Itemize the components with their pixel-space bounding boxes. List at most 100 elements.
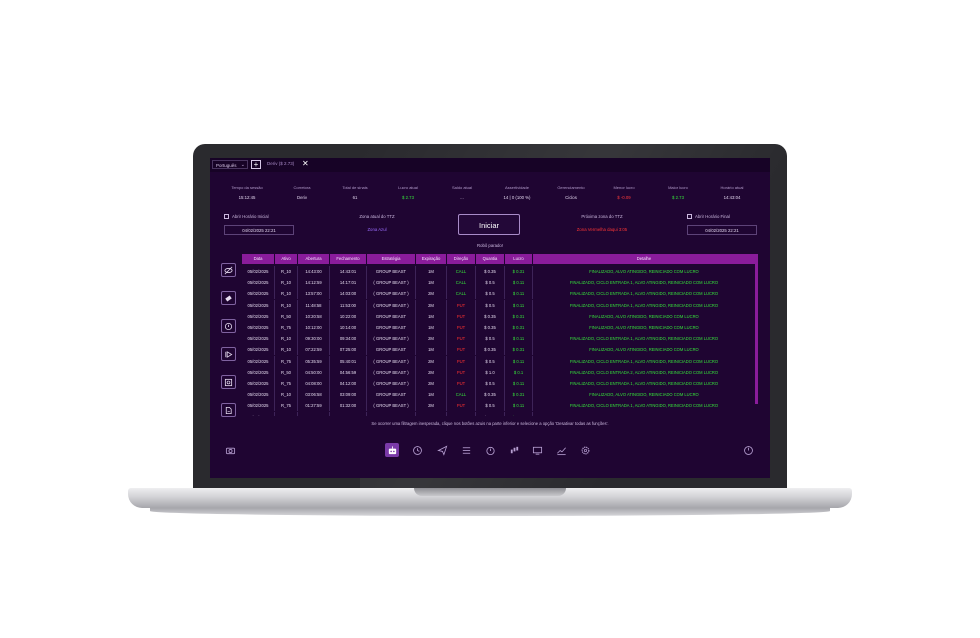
list-icon[interactable]: [459, 443, 473, 457]
column-header[interactable]: Detalhe: [533, 254, 755, 264]
table-cell: FINALIZADO, CICLO ENTRADA 1, ALVO ATINGI…: [569, 381, 719, 386]
table-row[interactable]: 05/02/2025 R_75 01:27:59 01:32:00 ( GROUP BE…: [242, 400, 758, 412]
stat-value: 61: [352, 195, 358, 200]
cell-divider: [329, 378, 330, 389]
cell-divider: [415, 310, 416, 322]
table-cell: $ 0.1: [513, 369, 524, 375]
cell-divider: [366, 344, 367, 356]
table-cell: 14:43:00: [305, 269, 322, 274]
table-row[interactable]: 05/02/2025 R_10 07:22:59 07:25:00 GROUP BEAS…: [242, 344, 758, 356]
cell-divider: [297, 266, 298, 277]
table-cell: $ 0.11: [512, 291, 525, 297]
power-icon[interactable]: [741, 443, 755, 457]
add-tab-button[interactable]: +: [251, 160, 261, 169]
language-select[interactable]: Português ⌄: [212, 160, 248, 169]
cell-divider: [446, 299, 447, 311]
table-row[interactable]: 05/02/2025 R_10 14:12:59 14:17:01 ( GROUP BE…: [242, 277, 758, 289]
close-tab-icon[interactable]: ✕: [302, 159, 309, 169]
table-row[interactable]: 05/02/2025 R_10 09:30:00 09:34:00 ( GROUP BE…: [242, 333, 758, 345]
cell-divider: [366, 266, 367, 277]
cell-divider: [297, 344, 298, 356]
table-row[interactable]: 05/02/2025 R_10 03:06:58 03:09:00 GROUP BEAS…: [242, 389, 758, 401]
stat-item: Assertividade 14 | 0 (100 %): [495, 185, 539, 200]
column-header[interactable]: Abertura: [298, 254, 329, 264]
table-cell: 10:20:58: [305, 313, 322, 319]
open-final-time-checkbox[interactable]: Abrir Horário Final: [687, 214, 730, 220]
eraser-icon[interactable]: [221, 291, 236, 305]
stat-item: Lucro atual $ 2.73: [386, 185, 430, 200]
chart-icon[interactable]: [554, 443, 568, 457]
table-cell: FINALIZADO, ALVO ATINGIDO, REINICIADO CO…: [589, 392, 699, 398]
open-initial-time-label: Abrir Horário Inicial: [232, 214, 269, 219]
table-cell: 10:14:00: [339, 325, 357, 330]
cell-divider: [274, 355, 275, 367]
top-bar: Português ⌄ + Deriv ($ 2.73) ✕: [210, 158, 770, 172]
robot-icon[interactable]: [385, 443, 399, 457]
current-zone: Zona atual do TTZ Zona Azul: [322, 214, 432, 232]
stat-value: 15:12:45: [238, 195, 256, 200]
column-header[interactable]: Lucro: [505, 254, 532, 264]
initial-date-field[interactable]: 04/02/2025 22:21: [224, 225, 294, 235]
broker-tab[interactable]: Deriv ($ 2.73): [267, 161, 294, 166]
table-cell: R_10: [280, 336, 291, 342]
column-header[interactable]: Estratégia: [367, 254, 415, 264]
open-initial-time-checkbox[interactable]: Abrir Horário Inicial: [224, 214, 269, 220]
display-icon[interactable]: [530, 443, 544, 457]
column-header[interactable]: Ativo: [275, 254, 297, 264]
table-row[interactable]: 05/02/2025 R_50 10:20:58 10:22:00 GROUP BEAS…: [242, 310, 758, 322]
table-cell: CALL: [455, 392, 467, 398]
start-button[interactable]: Iniciar: [458, 214, 520, 235]
sync-alert-icon[interactable]: [221, 319, 236, 333]
cell-divider: [274, 333, 275, 345]
column-header[interactable]: Quantia: [476, 254, 504, 264]
cell-divider: [297, 277, 298, 289]
document-icon[interactable]: [221, 403, 236, 417]
table-cell: FINALIZADO, CICLO ENTRADA 2, ALVO ATINGI…: [569, 369, 719, 375]
table-row[interactable]: 05/02/2025 R_10 14:43:00 14:43:01 GROUP BEAS…: [242, 266, 758, 277]
cell-divider: [329, 344, 330, 356]
table-cell: R_75: [280, 325, 291, 330]
eye-off-icon[interactable]: [221, 263, 236, 277]
cell-divider: [475, 277, 476, 289]
cell-divider: [532, 344, 533, 356]
cell-divider: [504, 266, 505, 277]
clock-icon[interactable]: [410, 443, 424, 457]
candles-icon[interactable]: [507, 443, 521, 457]
cell-divider: [504, 366, 505, 378]
timer-icon[interactable]: [483, 443, 497, 457]
table-scrollbar[interactable]: [755, 254, 758, 404]
table-cell: $ 0.31: [512, 325, 525, 330]
cell-divider: [297, 366, 298, 378]
cell-divider: [274, 310, 275, 322]
table-cell: GROUP BEAST: [367, 412, 415, 416]
cell-divider: [475, 400, 476, 412]
image-icon[interactable]: [221, 375, 236, 389]
table-cell: CALL: [455, 291, 467, 297]
table-row[interactable]: 05/02/2025 R_75 04:08:00 04:12:00 ( GROUP BE…: [242, 378, 758, 389]
checkbox-icon[interactable]: [224, 214, 229, 220]
checkbox-icon[interactable]: [687, 214, 692, 220]
table-row[interactable]: 05/02/2025 R_10 11:48:58 11:53:00 ( GROUP BE…: [242, 299, 758, 311]
column-header[interactable]: Fechamento: [330, 254, 366, 264]
robot-status: Robô parado!: [476, 243, 504, 248]
settings-icon[interactable]: [578, 443, 592, 457]
table-row[interactable]: 05/02/2025 R_10 13:57:00 14:03:00 ( GROUP BE…: [242, 288, 758, 300]
table-cell: 1M: [416, 412, 446, 416]
cell-divider: [504, 389, 505, 401]
table-row[interactable]: 05/02/2025 R_75 10:12:00 10:14:00 GROUP BEAS…: [242, 322, 758, 333]
camera-icon[interactable]: [223, 443, 237, 457]
table-row[interactable]: 05/02/2025R_1001:00:0001:02:00GROUP BEAS…: [242, 411, 758, 416]
table-cell: ( GROUP BEAST ): [373, 280, 409, 286]
cell-divider: [366, 322, 367, 333]
send-icon[interactable]: [435, 443, 449, 457]
table-row[interactable]: 05/02/2025 R_50 04:50:00 04:56:59 ( GROUP BE…: [242, 366, 758, 378]
table-row[interactable]: 05/02/2025 R_75 05:35:59 05:40:01 ( GROUP BE…: [242, 355, 758, 367]
play-list-icon[interactable]: [221, 347, 236, 361]
cell-divider: [297, 378, 298, 389]
column-header[interactable]: Expiração: [416, 254, 446, 264]
column-header[interactable]: Direção: [447, 254, 475, 264]
column-header[interactable]: Data: [242, 254, 274, 264]
cell-divider: [274, 366, 275, 378]
table-cell: 1M: [428, 313, 434, 319]
final-date-field[interactable]: 04/02/2025 22:21: [687, 225, 757, 235]
